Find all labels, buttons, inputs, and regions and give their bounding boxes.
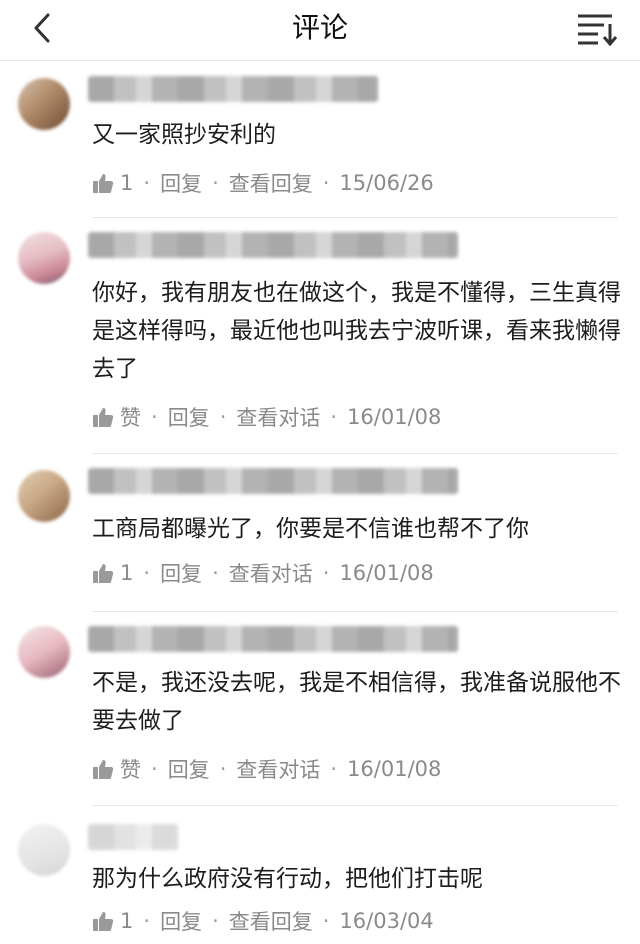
separator-dot: · bbox=[330, 405, 338, 429]
sort-list-icon[interactable] bbox=[576, 10, 620, 46]
reply-link[interactable]: 回复 bbox=[160, 558, 202, 588]
comment-text: 不是，我还没去呢，我是不相信得，我准备说服他不要去做了 bbox=[92, 670, 621, 734]
commenter-name-redacted[interactable] bbox=[88, 468, 458, 494]
view-replies-link[interactable]: 查看回复 bbox=[229, 168, 313, 198]
separator-dot: · bbox=[322, 909, 330, 933]
separator-dot: · bbox=[330, 757, 338, 781]
comment-text: 你好，我有朋友也在做这个，我是不懂得，三生真得是这样得吗，最近他也叫我去宁波听课… bbox=[92, 280, 621, 382]
thumbs-up-icon[interactable] bbox=[92, 406, 114, 428]
commenter-name-redacted[interactable] bbox=[88, 76, 378, 102]
avatar[interactable] bbox=[18, 470, 70, 522]
avatar[interactable] bbox=[18, 824, 70, 876]
avatar[interactable] bbox=[18, 232, 70, 284]
comment-item: 又一家照抄安利的 1 · 回复 · 查看回复 · 15/06/26 bbox=[0, 62, 640, 218]
separator-dot: · bbox=[219, 757, 227, 781]
avatar[interactable] bbox=[18, 626, 70, 678]
comment-item: 那为什么政府没有行动，把他们打击呢 1 · 回复 · 查看回复 · 16/03/… bbox=[0, 806, 640, 944]
comment-date: 16/01/08 bbox=[339, 561, 434, 585]
comment-date: 15/06/26 bbox=[339, 171, 434, 195]
commenter-name-redacted[interactable] bbox=[88, 824, 178, 850]
like-button[interactable]: 赞 bbox=[120, 754, 141, 784]
comment-meta: 1 · 回复 · 查看对话 · 16/01/08 bbox=[92, 558, 434, 588]
thumbs-up-icon[interactable] bbox=[92, 172, 114, 194]
page-title: 评论 bbox=[291, 11, 348, 44]
like-count[interactable]: 1 bbox=[120, 561, 133, 585]
separator-dot: · bbox=[143, 561, 151, 585]
separator-dot: · bbox=[143, 171, 151, 195]
nav-bar: 评论 bbox=[0, 0, 640, 61]
view-conversation-link[interactable]: 查看对话 bbox=[236, 402, 320, 432]
view-conversation-link[interactable]: 查看对话 bbox=[236, 754, 320, 784]
separator-dot: · bbox=[219, 405, 227, 429]
thumbs-up-icon[interactable] bbox=[92, 758, 114, 780]
like-count[interactable]: 1 bbox=[120, 909, 133, 933]
reply-link[interactable]: 回复 bbox=[160, 906, 202, 936]
comment-meta: 1 · 回复 · 查看回复 · 15/06/26 bbox=[92, 168, 434, 198]
separator-dot: · bbox=[143, 909, 151, 933]
comment-item: 工商局都曝光了，你要是不信谁也帮不了你 1 · 回复 · 查看对话 · 16/0… bbox=[0, 454, 640, 612]
view-conversation-link[interactable]: 查看对话 bbox=[229, 558, 313, 588]
reply-link[interactable]: 回复 bbox=[168, 754, 210, 784]
comment-item: 你好，我有朋友也在做这个，我是不懂得，三生真得是这样得吗，最近他也叫我去宁波听课… bbox=[0, 218, 640, 454]
separator-dot: · bbox=[212, 171, 219, 195]
reply-link[interactable]: 回复 bbox=[168, 402, 210, 432]
thumbs-up-icon[interactable] bbox=[92, 562, 114, 584]
view-replies-link[interactable]: 查看回复 bbox=[229, 906, 313, 936]
comment-date: 16/01/08 bbox=[347, 405, 442, 429]
like-count[interactable]: 1 bbox=[120, 171, 133, 195]
comment-text: 那为什么政府没有行动，把他们打击呢 bbox=[92, 866, 483, 892]
separator-dot: · bbox=[212, 561, 219, 585]
comment-item: 不是，我还没去呢，我是不相信得，我准备说服他不要去做了 赞 · 回复 · 查看对… bbox=[0, 612, 640, 806]
commenter-name-redacted[interactable] bbox=[88, 232, 458, 258]
separator-dot: · bbox=[151, 405, 158, 429]
avatar[interactable] bbox=[18, 78, 70, 130]
separator-dot: · bbox=[322, 171, 330, 195]
separator-dot: · bbox=[151, 757, 158, 781]
comment-meta: 赞 · 回复 · 查看对话 · 16/01/08 bbox=[92, 754, 441, 784]
like-button[interactable]: 赞 bbox=[120, 402, 141, 432]
comment-text: 又一家照抄安利的 bbox=[92, 122, 276, 148]
commenter-name-redacted[interactable] bbox=[88, 626, 458, 652]
comment-text: 工商局都曝光了，你要是不信谁也帮不了你 bbox=[92, 516, 529, 542]
comment-date: 16/01/08 bbox=[347, 757, 442, 781]
separator-dot: · bbox=[212, 909, 219, 933]
separator-dot: · bbox=[322, 561, 330, 585]
reply-link[interactable]: 回复 bbox=[160, 168, 202, 198]
comment-meta: 1 · 回复 · 查看回复 · 16/03/04 bbox=[92, 906, 434, 936]
comment-meta: 赞 · 回复 · 查看对话 · 16/01/08 bbox=[92, 402, 441, 432]
comment-date: 16/03/04 bbox=[339, 909, 434, 933]
thumbs-up-icon[interactable] bbox=[92, 910, 114, 932]
